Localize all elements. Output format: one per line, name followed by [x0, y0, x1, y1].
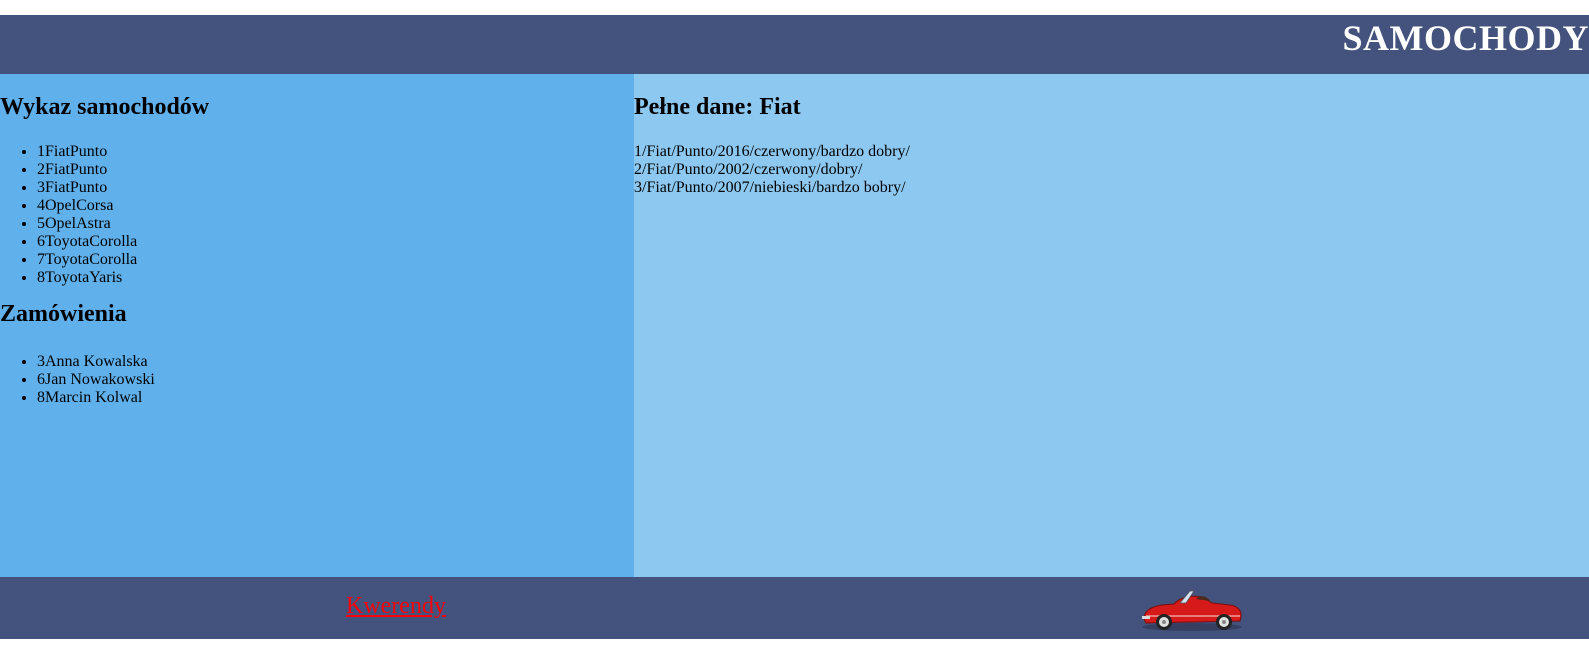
list-item: 3Anna Kowalska — [37, 353, 155, 371]
list-item: 7ToyotaCorolla — [37, 251, 137, 269]
list-item: 4OpelCorsa — [37, 197, 137, 215]
details-line: 3/Fiat/Punto/2007/niebieski/bardzo bobry… — [634, 179, 906, 196]
left-panel: Wykaz samochodów 1FiatPunto 2FiatPunto 3… — [0, 74, 634, 577]
details-section-title: Pełne dane: Fiat — [634, 94, 801, 120]
details-block: 1/Fiat/Punto/2016/czerwony/bardzo dobry/… — [634, 143, 910, 197]
footer: Kwerendy — [0, 577, 1589, 639]
list-item: 3FiatPunto — [37, 179, 137, 197]
details-line: 1/Fiat/Punto/2016/czerwony/bardzo dobry/ — [634, 143, 910, 160]
cars-list: 1FiatPunto 2FiatPunto 3FiatPunto 4OpelCo… — [0, 143, 137, 287]
list-item: 8Marcin Kolwal — [37, 389, 155, 407]
list-item: 2FiatPunto — [37, 161, 137, 179]
cars-section-title: Wykaz samochodów — [0, 94, 210, 120]
list-item: 8ToyotaYaris — [37, 269, 137, 287]
page-title: SAMOCHODY — [1342, 18, 1589, 58]
list-item: 6ToyotaCorolla — [37, 233, 137, 251]
header-banner: SAMOCHODY — [0, 15, 1589, 74]
right-panel: Pełne dane: Fiat 1/Fiat/Punto/2016/czerw… — [634, 74, 1589, 577]
red-convertible-car-icon — [1142, 590, 1242, 631]
details-line: 2/Fiat/Punto/2002/czerwony/dobry/ — [634, 161, 863, 178]
list-item: 6Jan Nowakowski — [37, 371, 155, 389]
list-item: 5OpelAstra — [37, 215, 137, 233]
list-item: 1FiatPunto — [37, 143, 137, 161]
page: SAMOCHODY Wykaz samochodów 1FiatPunto 2F… — [0, 0, 1589, 654]
kwerendy-link[interactable]: Kwerendy — [346, 593, 446, 620]
orders-list: 3Anna Kowalska 6Jan Nowakowski 8Marcin K… — [0, 353, 155, 407]
orders-section-title: Zamówienia — [0, 301, 127, 327]
